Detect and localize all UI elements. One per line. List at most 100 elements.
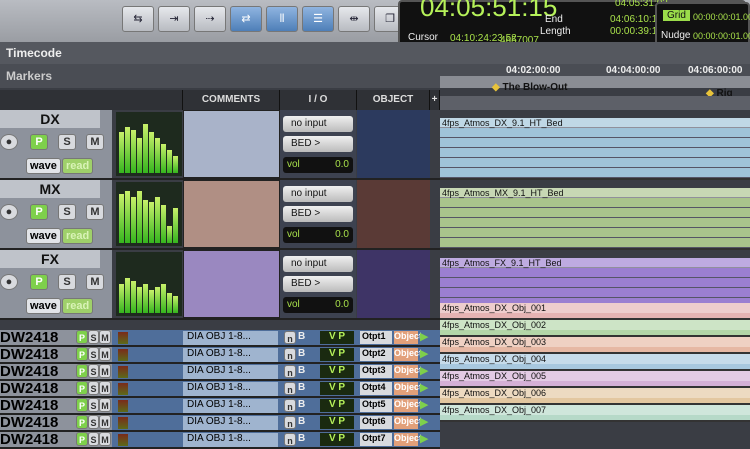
- object-clip[interactable]: 4fps_Atmos_DX_Obj_006: [440, 388, 750, 405]
- edit-tool-button[interactable]: ☰: [302, 6, 334, 32]
- track-name[interactable]: DW2418: [0, 363, 58, 380]
- timecode-ruler[interactable]: Timecode: [0, 42, 750, 64]
- comments-field[interactable]: DIA OBJ 1-8...: [183, 399, 278, 413]
- marker-blow-out[interactable]: ◆ The Blow-Out: [492, 82, 567, 93]
- bed-clip[interactable]: 4fps_Atmos_MX_9.1_HT_Bed: [440, 188, 750, 250]
- bus-button[interactable]: B: [298, 365, 305, 376]
- track-name[interactable]: DW2418: [0, 346, 58, 363]
- track-name[interactable]: FX: [0, 250, 100, 268]
- main-counter-value[interactable]: 04:05:51:15: [420, 0, 557, 23]
- playlist-button[interactable]: P: [76, 398, 88, 412]
- edit-tool-button[interactable]: ⫴: [266, 6, 298, 32]
- object-clip[interactable]: 4fps_Atmos_DX_Obj_003: [440, 337, 750, 354]
- comments-field[interactable]: DIA OBJ 1-8...: [183, 348, 278, 362]
- bus-button[interactable]: B: [298, 433, 305, 444]
- object-button[interactable]: Object: [394, 382, 422, 395]
- playlist-button[interactable]: P: [30, 204, 48, 220]
- track-name[interactable]: DX: [0, 110, 100, 128]
- vp-display[interactable]: V P: [320, 399, 354, 412]
- object-button[interactable]: Object: [394, 365, 422, 378]
- object-button[interactable]: Object: [394, 331, 422, 344]
- output-selector[interactable]: Otpt4: [360, 382, 392, 395]
- edit-tool-button[interactable]: ⇆: [122, 6, 154, 32]
- solo-button[interactable]: S: [88, 432, 99, 446]
- grid-value[interactable]: 00:00:00:01.00: [693, 12, 750, 22]
- track-name[interactable]: DW2418: [0, 380, 58, 397]
- output-selector[interactable]: Otpt2: [360, 348, 392, 361]
- output-selector[interactable]: Otpt3: [360, 365, 392, 378]
- play-arrow-icon[interactable]: ▶: [420, 364, 428, 377]
- comments-field[interactable]: DIA OBJ 1-8...: [183, 416, 278, 430]
- play-arrow-icon[interactable]: ▶: [420, 330, 428, 343]
- track-name[interactable]: MX: [0, 180, 100, 198]
- solo-button[interactable]: S: [58, 274, 76, 290]
- mute-button[interactable]: M: [99, 432, 111, 446]
- mute-button[interactable]: M: [86, 274, 104, 290]
- output-selector[interactable]: BED >: [283, 276, 353, 292]
- output-selector[interactable]: Otpt6: [360, 416, 392, 429]
- solo-button[interactable]: S: [88, 330, 99, 344]
- object-button[interactable]: Object: [394, 399, 422, 412]
- view-selector[interactable]: wave: [26, 228, 61, 244]
- mute-button[interactable]: M: [86, 134, 104, 150]
- mute-button[interactable]: M: [99, 330, 111, 344]
- input-selector[interactable]: no input: [283, 116, 353, 132]
- input-button[interactable]: n: [284, 348, 296, 361]
- markers-ruler[interactable]: Markers 04:02:00:00 04:04:00:00 04:06:00…: [0, 64, 750, 110]
- track-name[interactable]: DW2418: [0, 431, 58, 448]
- input-button[interactable]: n: [284, 331, 296, 344]
- bus-button[interactable]: B: [298, 382, 305, 393]
- playlist-button[interactable]: P: [76, 381, 88, 395]
- bed-clip[interactable]: 4fps_Atmos_DX_9.1_HT_Bed: [440, 118, 750, 180]
- mute-button[interactable]: M: [86, 204, 104, 220]
- input-button[interactable]: n: [284, 416, 296, 429]
- mute-button[interactable]: M: [99, 381, 111, 395]
- view-selector[interactable]: wave: [26, 158, 61, 174]
- play-arrow-icon[interactable]: ▶: [420, 398, 428, 411]
- output-selector[interactable]: BED >: [283, 136, 353, 152]
- solo-button[interactable]: S: [88, 398, 99, 412]
- comments-field[interactable]: [183, 180, 280, 248]
- vp-display[interactable]: V P: [320, 416, 354, 429]
- edit-tool-button[interactable]: ⇢: [194, 6, 226, 32]
- mute-button[interactable]: M: [99, 398, 111, 412]
- playlist-button[interactable]: P: [30, 274, 48, 290]
- input-button[interactable]: n: [284, 365, 296, 378]
- playlist-button[interactable]: P: [76, 364, 88, 378]
- volume-field[interactable]: vol 0.0: [283, 227, 353, 243]
- bus-button[interactable]: B: [298, 331, 305, 342]
- play-arrow-icon[interactable]: ▶: [420, 432, 428, 445]
- bus-button[interactable]: B: [298, 399, 305, 410]
- volume-field[interactable]: vol 0.0: [283, 297, 353, 313]
- track-name[interactable]: DW2418: [0, 397, 58, 414]
- output-selector[interactable]: BED >: [283, 206, 353, 222]
- solo-button[interactable]: S: [88, 364, 99, 378]
- comments-field[interactable]: DIA OBJ 1-8...: [183, 331, 278, 345]
- playlist-button[interactable]: P: [76, 330, 88, 344]
- input-button[interactable]: n: [284, 433, 296, 446]
- solo-button[interactable]: S: [58, 134, 76, 150]
- vp-display[interactable]: V P: [320, 382, 354, 395]
- object-clip[interactable]: 4fps_Atmos_DX_Obj_004: [440, 354, 750, 371]
- solo-button[interactable]: S: [88, 347, 99, 361]
- automation-mode[interactable]: read: [62, 158, 94, 174]
- comments-field[interactable]: [183, 250, 280, 318]
- comments-field[interactable]: DIA OBJ 1-8...: [183, 433, 278, 447]
- volume-field[interactable]: vol 0.0: [283, 157, 353, 173]
- edit-tool-button[interactable]: ⇄: [230, 6, 262, 32]
- object-clip[interactable]: 4fps_Atmos_DX_Obj_002: [440, 320, 750, 337]
- input-button[interactable]: n: [284, 399, 296, 412]
- grid-button[interactable]: Grid: [663, 10, 690, 21]
- bus-button[interactable]: B: [298, 348, 305, 359]
- playlist-button[interactable]: P: [30, 134, 48, 150]
- view-selector[interactable]: wave: [26, 298, 61, 314]
- output-selector[interactable]: Otpt5: [360, 399, 392, 412]
- object-clip[interactable]: 4fps_Atmos_DX_Obj_005: [440, 371, 750, 388]
- nudge-value[interactable]: 00:00:00:01.00: [693, 31, 750, 41]
- comments-field[interactable]: DIA OBJ 1-8...: [183, 382, 278, 396]
- mute-button[interactable]: M: [99, 415, 111, 429]
- mute-button[interactable]: M: [99, 347, 111, 361]
- solo-button[interactable]: S: [88, 415, 99, 429]
- vp-display[interactable]: V P: [320, 433, 354, 446]
- input-button[interactable]: n: [284, 382, 296, 395]
